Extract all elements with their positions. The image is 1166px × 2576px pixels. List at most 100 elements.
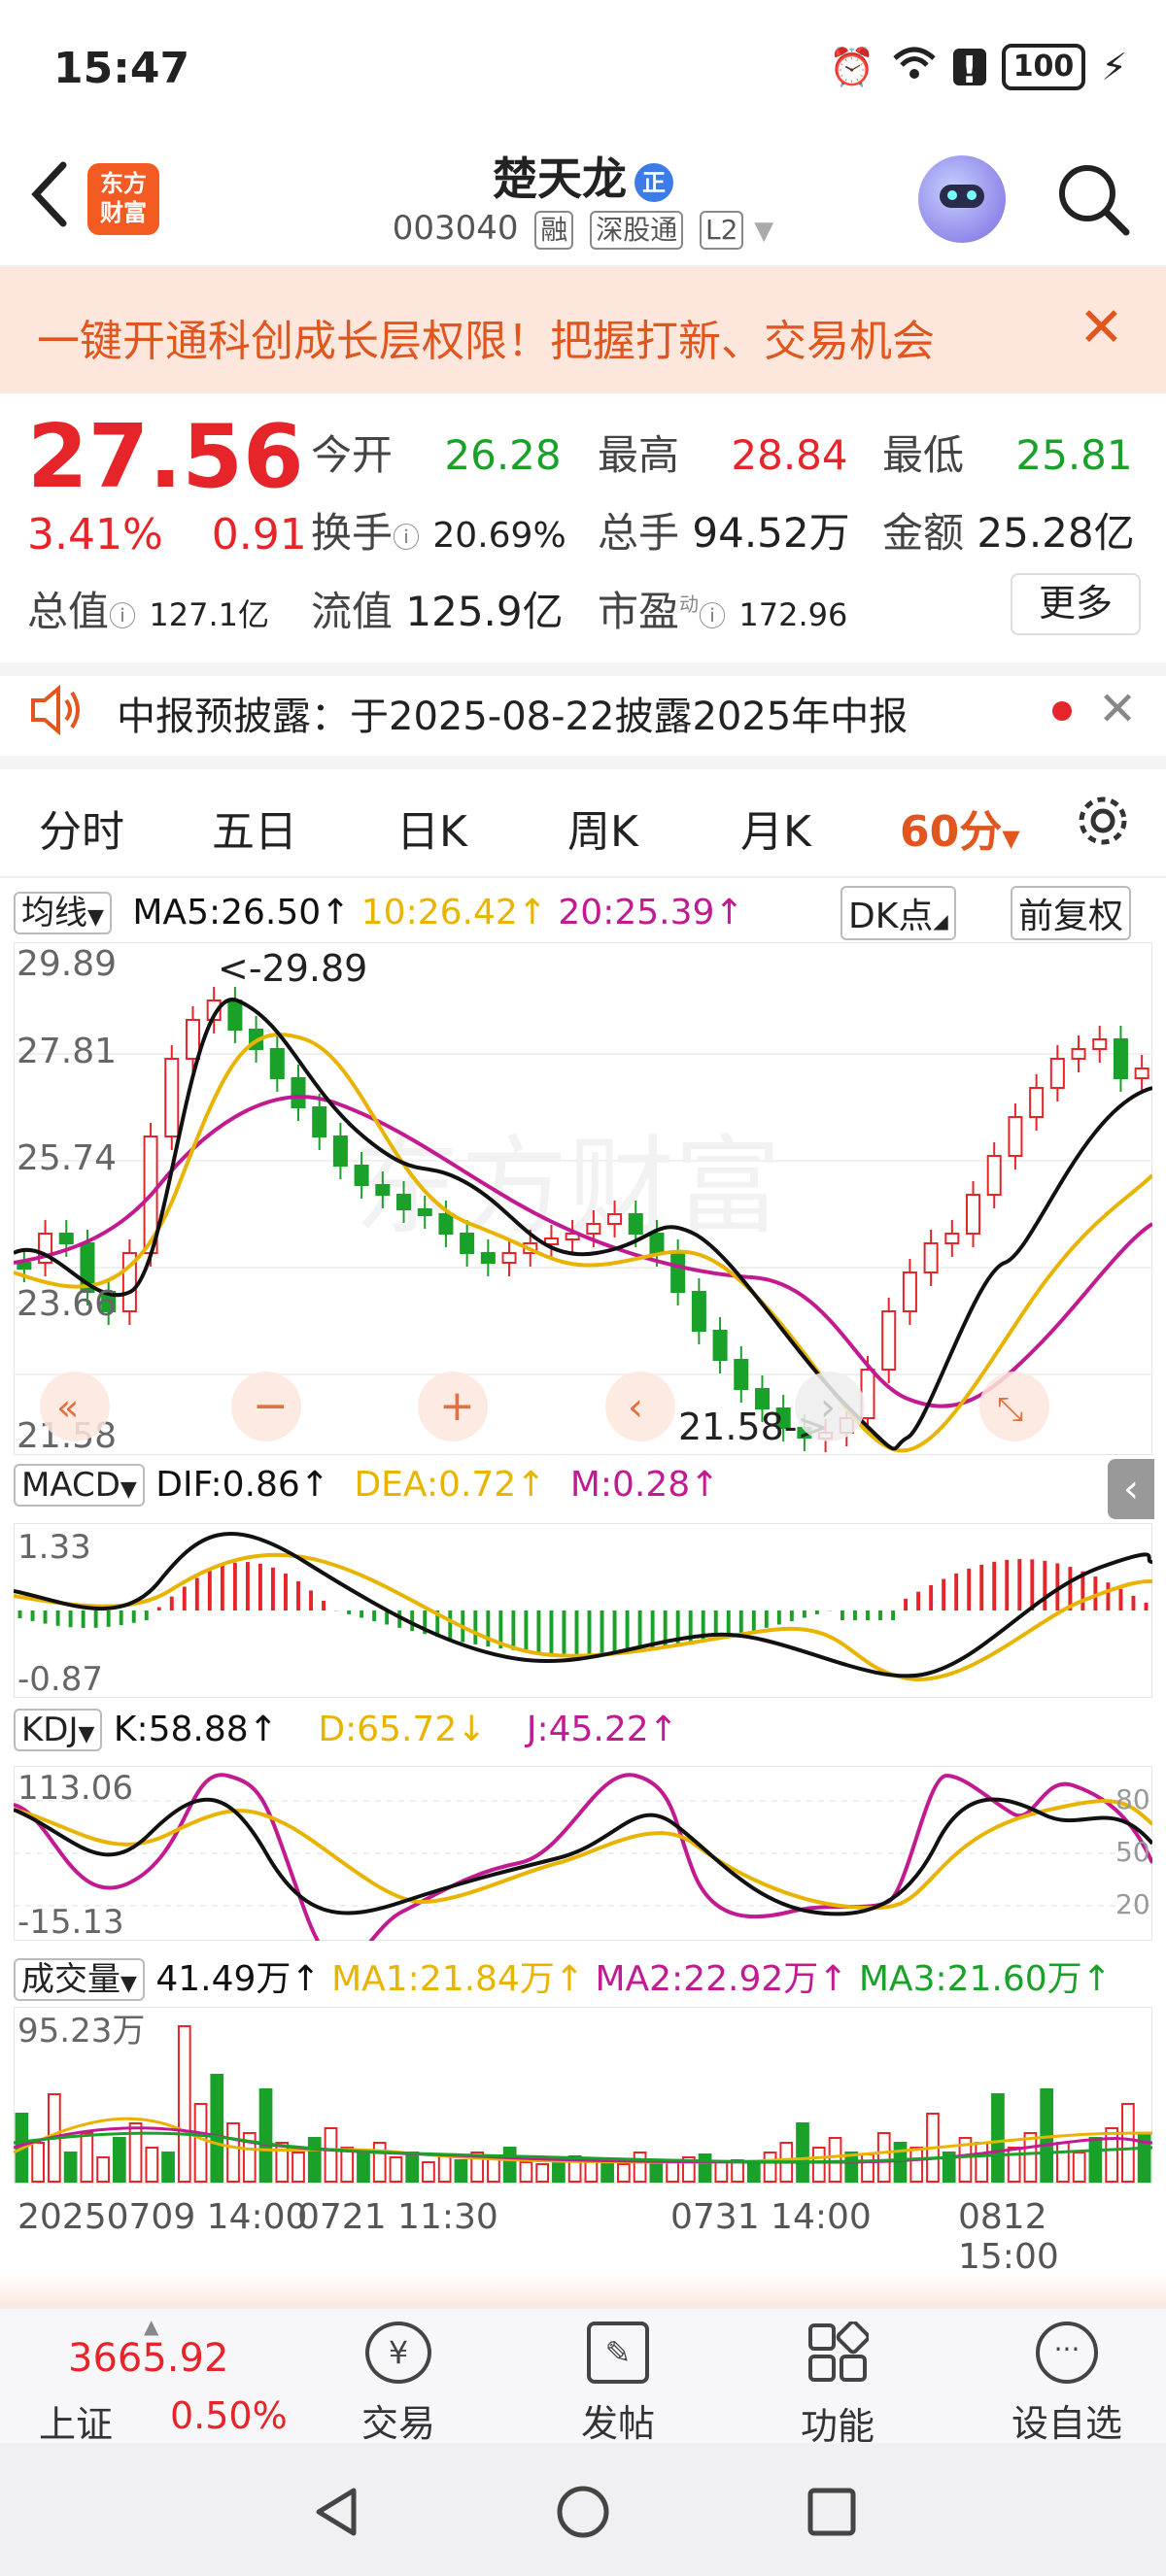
volume-bar: [876, 2132, 891, 2183]
macd-bar: [30, 1610, 35, 1621]
macd-legend: MACD▼ DIF:0.86↑ DEA:0.72↑ M:0.28↑: [14, 1464, 719, 1507]
macd-bar: [284, 1573, 288, 1610]
volume-bar: [1056, 2142, 1070, 2183]
macd-bar: [562, 1610, 566, 1654]
home-circle-icon[interactable]: [556, 2485, 610, 2543]
nav-post[interactable]: ✎ 发帖: [560, 2322, 676, 2447]
volume-bar: [796, 2122, 809, 2183]
promo-banner-text[interactable]: 一键开通科创成长层权限！把握打新、交易机会: [37, 306, 935, 368]
volume-bar: [1105, 2127, 1119, 2183]
macd-bar: [372, 1610, 377, 1622]
pe-field: 市盈动ⓘ 172.96: [598, 579, 847, 638]
candle: [1092, 1038, 1108, 1050]
x-label-3: 0731 14:00: [670, 2197, 872, 2237]
recents-square-icon[interactable]: [805, 2485, 859, 2543]
change-amount: 0.91: [211, 510, 307, 559]
kline-chart[interactable]: 东方财富 29.89 27.81 25.74 23.66 21.58 <-29.…: [14, 942, 1152, 1455]
macd-bar: [814, 1610, 819, 1614]
tab-weekly-k[interactable]: 周K: [567, 797, 638, 859]
kdj-selector[interactable]: KDJ▼: [14, 1709, 103, 1751]
volume-ma2: MA2:22.92万↑: [595, 1959, 848, 1999]
volume-bar: [80, 2132, 94, 2183]
search-icon[interactable]: [1054, 160, 1130, 236]
adjust-button[interactable]: 前复权: [1011, 886, 1132, 940]
close-icon[interactable]: ✕: [1079, 296, 1124, 359]
volume-bar: [811, 2147, 826, 2183]
volume-bar: [519, 2161, 533, 2183]
x-label-4: 0812 15:00: [958, 2197, 1059, 2277]
nav-trade[interactable]: ¥ 交易: [340, 2322, 457, 2447]
kdj-y-bottom: -15.13: [17, 1903, 124, 1941]
macd-bar: [106, 1610, 111, 1627]
candle: [966, 1194, 981, 1235]
tab-60min[interactable]: 60分▼: [900, 797, 1020, 859]
edit-icon: ✎: [587, 2322, 649, 2384]
volume-bar: [292, 2152, 305, 2183]
macd-bar: [360, 1610, 364, 1618]
macd-selector[interactable]: MACD▼: [14, 1464, 145, 1507]
tab-monthly-k[interactable]: 月K: [740, 797, 811, 859]
tab-intraday[interactable]: 分时: [39, 797, 124, 859]
volume-bar: [616, 2163, 631, 2183]
settings-gear-icon[interactable]: [1074, 792, 1132, 854]
macd-bar: [473, 1610, 478, 1644]
volume-bar: [210, 2074, 224, 2183]
chevron-down-icon: ▼: [754, 217, 774, 246]
y-label-4: 23.66: [17, 1284, 117, 1324]
index-change[interactable]: 0.50%: [170, 2394, 288, 2437]
volume-legend: 成交量▼ 41.49万↑ MA1:21.84万↑ MA2:22.92万↑ MA3…: [14, 1950, 1112, 2001]
unread-dot: [1052, 701, 1072, 721]
index-value[interactable]: 3665.92: [68, 2336, 228, 2381]
high-value: 28.84: [731, 431, 848, 479]
volume-bar: [437, 2153, 452, 2183]
tag-connect: 深股通: [590, 211, 684, 250]
volume-selector[interactable]: 成交量▼: [14, 1958, 145, 2001]
notice-text[interactable]: 中报预披露：于2025-08-22披露2025年中报: [117, 685, 908, 741]
collapse-panel-icon[interactable]: ‹: [1108, 1459, 1154, 1519]
volume-bar: [552, 2159, 566, 2183]
dk-point-button[interactable]: DK点◢: [840, 886, 956, 940]
back-triangle-icon[interactable]: [309, 2485, 363, 2543]
tab-daily-k[interactable]: 日K: [396, 797, 467, 859]
svg-text:−: −: [253, 1381, 289, 1431]
macd-bar: [1043, 1560, 1047, 1610]
macd-dif: DIF:0.86↑: [155, 1465, 329, 1505]
volume-bar: [714, 2161, 729, 2183]
macd-bar: [840, 1610, 844, 1620]
ma-selector[interactable]: 均线▼: [14, 892, 112, 934]
status-icons: ⏰ ! 100 ⚡: [829, 44, 1127, 91]
index-name[interactable]: 上证: [39, 2394, 113, 2448]
candle: [438, 1213, 454, 1235]
close-icon[interactable]: ✕: [1098, 682, 1137, 736]
robot-assistant-icon[interactable]: [918, 155, 1006, 243]
candle: [902, 1271, 917, 1312]
volume-bar: [96, 2156, 110, 2183]
nav-functions[interactable]: 功能: [779, 2320, 896, 2450]
tab-five-day[interactable]: 五日: [212, 797, 297, 859]
volume-bar: [258, 2088, 273, 2183]
kdj-ref-80: 80: [1115, 1783, 1150, 1815]
macd-bar: [904, 1598, 909, 1610]
ma-selector-label: 均线: [21, 894, 87, 932]
macd-bar: [81, 1610, 86, 1628]
high-label: 最高: [598, 431, 680, 479]
nav-functions-label: 功能: [800, 2405, 874, 2448]
macd-bar: [891, 1610, 895, 1620]
volume-bar: [357, 2152, 370, 2183]
more-button[interactable]: 更多: [1011, 573, 1141, 635]
macd-bar: [194, 1577, 199, 1610]
candle: [944, 1233, 960, 1244]
x-label-2: 0721 11:30: [297, 2197, 498, 2237]
macd-bar: [942, 1578, 946, 1610]
volume-bar: [991, 2093, 1005, 2183]
amount-label: 金额: [882, 509, 965, 557]
volume-bar: [1121, 2103, 1135, 2183]
macd-bar: [536, 1610, 541, 1653]
volume-bar: [112, 2137, 126, 2183]
wifi-icon: [891, 45, 938, 90]
nav-watchlist[interactable]: ··· 设自选: [999, 2322, 1135, 2447]
macd-bar: [296, 1580, 300, 1610]
candle: [460, 1233, 475, 1254]
candle: [354, 1165, 369, 1186]
candle: [501, 1252, 517, 1264]
